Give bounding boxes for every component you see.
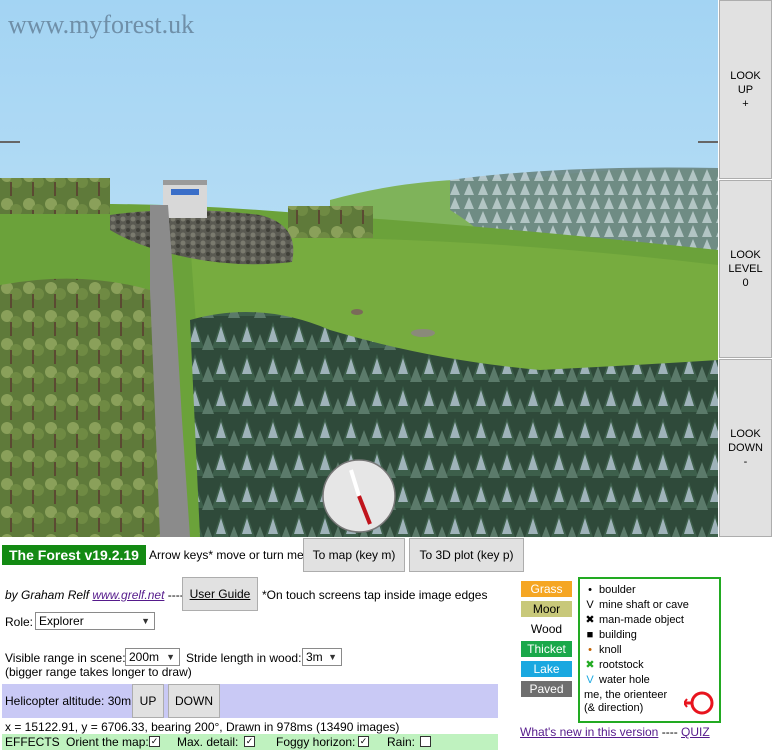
app-title: The Forest v19.2.19	[2, 545, 146, 565]
stride-length-label: Stride length in wood:	[186, 651, 302, 665]
mine-shaft-icon: V	[586, 599, 594, 611]
byline-prefix: by Graham Relf	[5, 588, 90, 602]
footer-links: What's new in this version ---- QUIZ	[520, 725, 710, 740]
terrain-wood: Wood	[521, 621, 572, 637]
role-label: Role:	[5, 615, 34, 629]
range-note: (bigger range takes longer to draw)	[5, 665, 192, 679]
legend-item: ✖ man-made object	[584, 614, 684, 627]
legend-item: • boulder	[584, 584, 636, 597]
terrain-paved: Paved	[521, 681, 572, 697]
legend-item-label: knoll	[599, 644, 622, 656]
compass-icon	[322, 459, 396, 533]
quiz-link[interactable]: QUIZ	[681, 725, 710, 739]
foggy-horizon-checkbox[interactable]: ✓	[358, 736, 369, 747]
chevron-down-icon: ▼	[166, 652, 175, 662]
terrain-lake: Lake	[521, 661, 572, 677]
legend-item-label: water hole	[599, 674, 650, 686]
legend-item-label: boulder	[599, 584, 636, 596]
byline: by Graham Relf www.grelf.net ----	[5, 588, 184, 603]
legend-item-label: rootstock	[599, 659, 644, 671]
legend-item: ✖ rootstock	[584, 659, 644, 672]
legend-item: Vmine shaft or cave	[584, 599, 689, 612]
altitude-down-button[interactable]: DOWN	[168, 684, 220, 718]
scene-image[interactable]	[0, 0, 718, 537]
visible-range-label: Visible range in scene:	[5, 651, 126, 665]
author-link[interactable]: www.grelf.net	[92, 588, 164, 602]
visible-range-select[interactable]: 200m ▼	[125, 648, 180, 666]
arrow-keys-hint: Arrow keys* move or turn me	[149, 548, 304, 562]
terrain-moor: Moor	[521, 601, 572, 617]
legend-item: Vwater hole	[584, 674, 650, 687]
rootstock-icon: ✖	[585, 659, 595, 671]
legend-item-label: building	[599, 629, 637, 641]
effects-label: EFFECTS	[5, 735, 60, 749]
rain-checkbox[interactable]	[420, 736, 431, 747]
feature-legend: • boulder Vmine shaft or cave ✖ man-made obj…	[578, 577, 721, 723]
position-status: x = 15122.91, y = 6706.33, bearing 200°,…	[5, 720, 400, 734]
role-select-value: Explorer	[39, 614, 84, 628]
look-down-button[interactable]: LOOK DOWN -	[719, 359, 772, 537]
rain-label: Rain:	[387, 735, 416, 749]
chevron-down-icon: ▼	[141, 616, 150, 626]
terrain-thicket: Thicket	[521, 641, 572, 657]
terrain-grass: Grass	[521, 581, 572, 597]
helicopter-altitude-label: Helicopter altitude: 30m	[5, 694, 132, 708]
orient-map-label: Orient the map:	[66, 735, 149, 749]
chevron-down-icon: ▼	[328, 652, 337, 662]
max-detail-label: Max. detail:	[177, 735, 239, 749]
to-3d-plot-button[interactable]: To 3D plot (key p)	[409, 538, 524, 572]
legend-item: • knoll	[584, 644, 622, 657]
scene-view[interactable]: www.myforest.uk	[0, 0, 718, 537]
legend-item-label: mine shaft or cave	[599, 599, 689, 611]
quiz-separator: ----	[661, 725, 678, 739]
max-detail-checkbox[interactable]: ✓	[244, 736, 255, 747]
effects-bar: EFFECTS Orient the map: ✓ Max. detail: ✓…	[2, 734, 498, 750]
stride-length-value: 3m	[306, 650, 323, 664]
boulder-icon: •	[588, 584, 592, 596]
foggy-horizon-label: Foggy horizon:	[276, 735, 356, 749]
site-watermark: www.myforest.uk	[8, 10, 195, 39]
visible-range-value: 200m	[129, 650, 160, 664]
look-level-button[interactable]: LOOK LEVEL 0	[719, 180, 772, 358]
man-made-object-icon: ✖	[585, 614, 595, 626]
orienteer-icon	[684, 691, 714, 715]
legend-item-label: man-made object	[599, 614, 684, 626]
forest-app: www.myforest.uk LOOK UP + LOOK LEVEL 0 L…	[0, 0, 772, 750]
water-hole-icon: V	[586, 674, 594, 686]
altitude-up-button[interactable]: UP	[132, 684, 164, 718]
touch-screen-note: *On touch screens tap inside image edges	[262, 588, 488, 602]
helicopter-bar: Helicopter altitude: 30m UP DOWN	[2, 684, 498, 718]
building-icon: ■	[586, 629, 594, 641]
to-map-button[interactable]: To map (key m)	[303, 538, 405, 572]
stride-length-select[interactable]: 3m ▼	[302, 648, 342, 666]
user-guide-button[interactable]: User Guide	[182, 577, 258, 611]
legend-item: ■ building	[584, 629, 637, 642]
knoll-icon: •	[588, 644, 592, 656]
role-select[interactable]: Explorer ▼	[35, 612, 155, 630]
orient-map-checkbox[interactable]: ✓	[149, 736, 160, 747]
orienteer-legend-label: me, the orienteer (& direction)	[584, 689, 668, 714]
look-up-button[interactable]: LOOK UP +	[719, 0, 772, 179]
whats-new-link[interactable]: What's new in this version	[520, 725, 658, 739]
